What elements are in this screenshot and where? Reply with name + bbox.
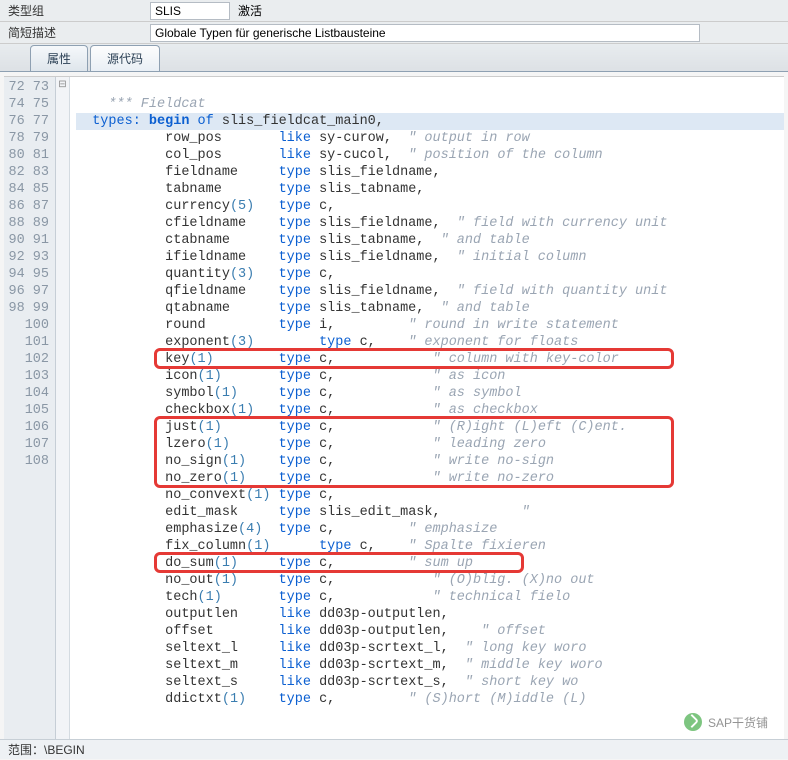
line-number-gutter: 72 73 74 75 76 77 78 79 80 81 82 83 84 8…	[4, 77, 56, 746]
watermark: SAP干货铺	[684, 713, 768, 731]
type-group-label: 类型组	[0, 2, 150, 19]
status-bar: 范围：\BEGIN	[0, 739, 788, 759]
status-text: 激活	[238, 2, 262, 19]
type-group-value[interactable]: SLIS	[150, 2, 230, 20]
tab-source-code[interactable]: 源代码	[90, 45, 160, 71]
header-row-short-desc: 简短描述 Globale Typen für generische Listba…	[0, 22, 788, 44]
short-desc-label: 简短描述	[0, 24, 150, 41]
header-row-type-group: 类型组 SLIS 激活	[0, 0, 788, 22]
wechat-icon	[684, 713, 702, 731]
tab-attributes[interactable]: 属性	[30, 45, 88, 71]
tab-strip: 属性 源代码	[0, 44, 788, 72]
code-lines[interactable]: *** Fieldcat types: begin of slis_fieldc…	[70, 77, 784, 746]
short-desc-value[interactable]: Globale Typen für generische Listbaustei…	[150, 24, 700, 42]
fold-column[interactable]: ⊟	[56, 77, 70, 746]
watermark-text: SAP干货铺	[708, 714, 768, 731]
code-editor[interactable]: 72 73 74 75 76 77 78 79 80 81 82 83 84 8…	[4, 76, 784, 746]
